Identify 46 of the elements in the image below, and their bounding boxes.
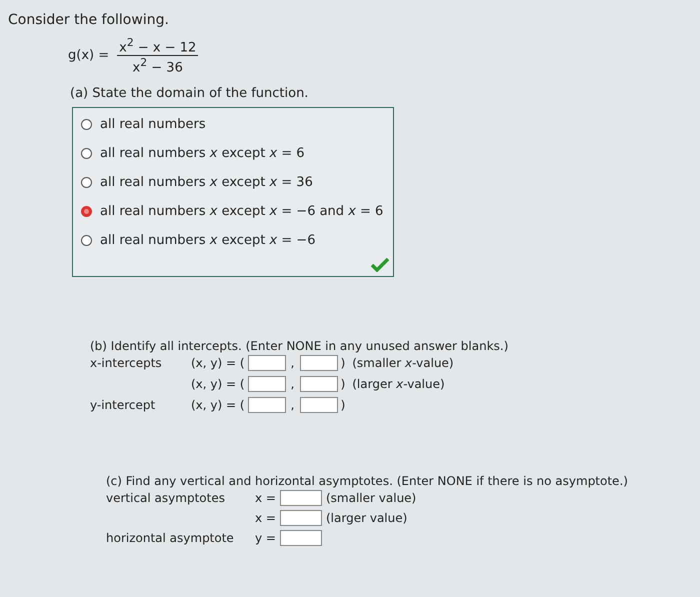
equation-label: x = [254, 510, 276, 525]
closing-paren: ) [340, 398, 346, 412]
comma: , [290, 377, 296, 392]
coordinate-expression: (x, y) = ( [191, 356, 245, 370]
question-text: (b) Identify all intercepts. (Enter NONE in any unused answer blanks.) [90, 338, 510, 353]
equation-label: y = [254, 530, 276, 545]
equation-label: x = [254, 490, 276, 505]
radio-button[interactable] [81, 176, 92, 188]
row-label: vertical asymptotes [106, 490, 225, 505]
option-label[interactable]: all real numbers x except x = −6 and x = 6 [100, 204, 384, 219]
input-field[interactable] [300, 397, 338, 414]
closing-paren: ) [340, 377, 346, 392]
row-label: horizontal asymptote [106, 530, 234, 545]
comma: , [290, 356, 296, 370]
closing-paren: ) [340, 356, 346, 370]
input-field[interactable] [280, 510, 322, 526]
denominator: x$^{2}$ − 36 [132, 56, 183, 76]
intro-text: Consider the following. [8, 12, 170, 28]
input-field[interactable] [248, 376, 286, 392]
radio-button[interactable] [81, 206, 92, 217]
option-label[interactable]: all real numbers x except x = 6 [100, 146, 305, 161]
hint-text: (smaller value) [326, 490, 416, 505]
input-field[interactable] [300, 355, 338, 372]
option-label[interactable]: all real numbers [100, 116, 206, 132]
function-name: g(x) = [68, 48, 110, 64]
hint-text: (smaller x-value) [352, 356, 454, 370]
row-label: x-intercepts [90, 356, 162, 370]
input-field[interactable] [280, 530, 322, 546]
comma: , [290, 398, 296, 412]
option-label[interactable]: all real numbers x except x = 36 [100, 174, 313, 190]
hint-text: (larger x-value) [352, 377, 445, 392]
input-field[interactable] [300, 376, 338, 392]
option-label[interactable]: all real numbers x except x = −6 [100, 232, 316, 248]
row-label: y-intercept [90, 398, 156, 412]
hint-text: (larger value) [326, 510, 408, 525]
radio-button[interactable] [81, 118, 92, 130]
input-field[interactable] [248, 397, 286, 414]
coordinate-expression: (x, y) = ( [191, 377, 245, 392]
question-text: (c) Find any vertical and horizontal asymptotes. (Enter NONE if there is no asymptote.) [106, 474, 629, 488]
radio-button[interactable] [81, 234, 92, 246]
input-field[interactable] [248, 355, 286, 372]
coordinate-expression: (x, y) = ( [191, 398, 245, 412]
input-field[interactable] [280, 490, 322, 506]
radio-button[interactable] [81, 148, 92, 159]
numerator: x$^{2}$ − x − 12 [117, 36, 198, 56]
question-text: (a) State the domain of the function. [70, 86, 310, 101]
